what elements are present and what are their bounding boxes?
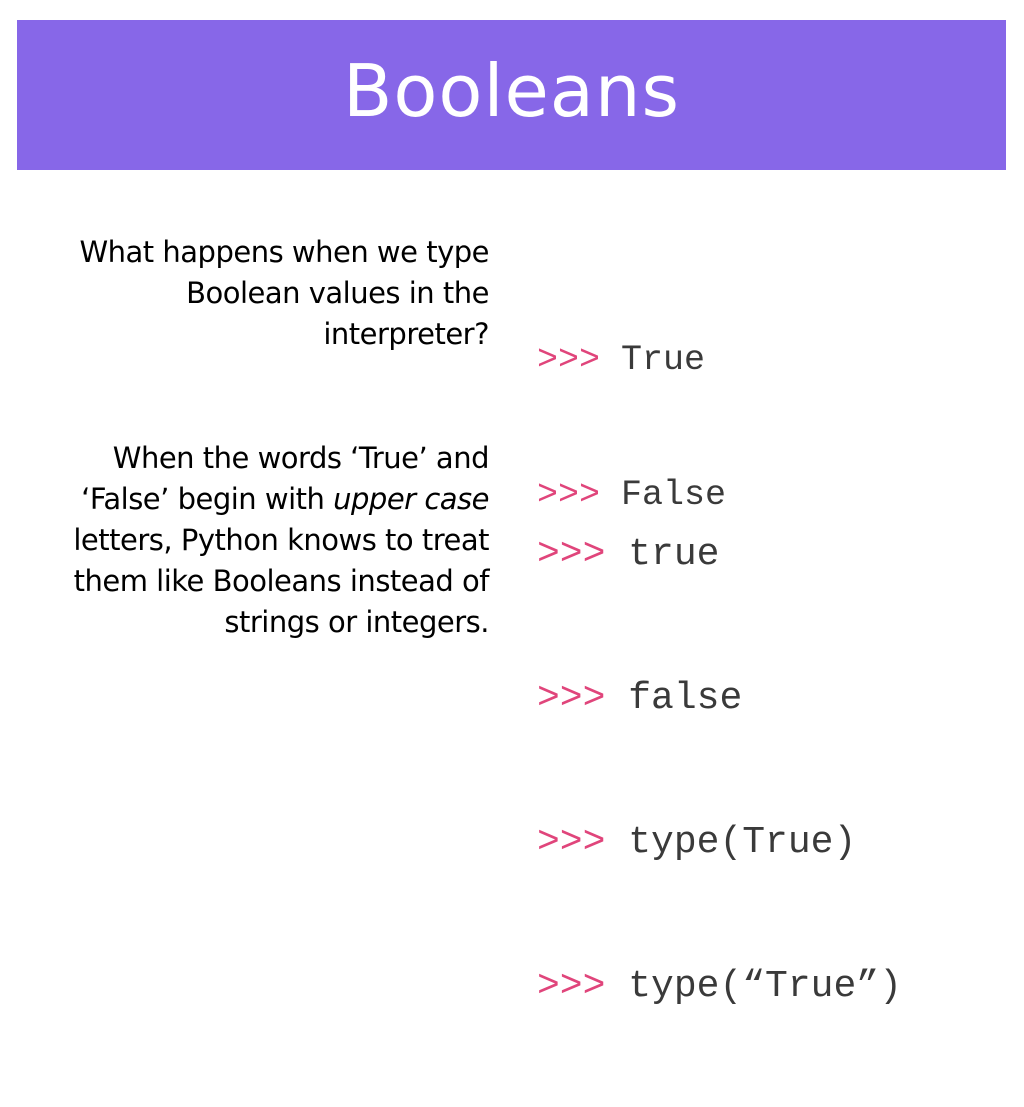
code-line: >>> false [537, 675, 902, 723]
code-text: True [600, 340, 706, 380]
code-text: type(“True”) [605, 965, 902, 1008]
code-line: >>> type(True) [537, 819, 902, 867]
title-bar: Booleans [17, 20, 1006, 170]
prompt-marker: >>> [537, 533, 606, 576]
prompt-marker: >>> [537, 965, 606, 1008]
code-text: false [605, 677, 743, 720]
code-line: >>> type(“True”) [537, 963, 902, 1011]
question-text-2: When the words ‘True’ and ‘False’ begin … [29, 438, 489, 643]
code-line: >>> true [537, 531, 902, 579]
prompt-marker: >>> [537, 821, 606, 864]
question-text-1: What happens when we type Boolean values… [79, 235, 489, 351]
code-text: true [605, 533, 720, 576]
prompt-marker: >>> [537, 677, 606, 720]
code-sample-2: >>> true >>> false >>> type(True) >>> ty… [537, 435, 902, 1107]
code-text: type(True) [605, 821, 857, 864]
question-text-end: letters, Python knows to treat them like… [73, 523, 489, 639]
code-line: >>> True [537, 338, 726, 383]
emphasis-text: upper case [333, 482, 489, 516]
slide-title: Booleans [342, 49, 681, 133]
prompt-marker: >>> [537, 340, 601, 380]
